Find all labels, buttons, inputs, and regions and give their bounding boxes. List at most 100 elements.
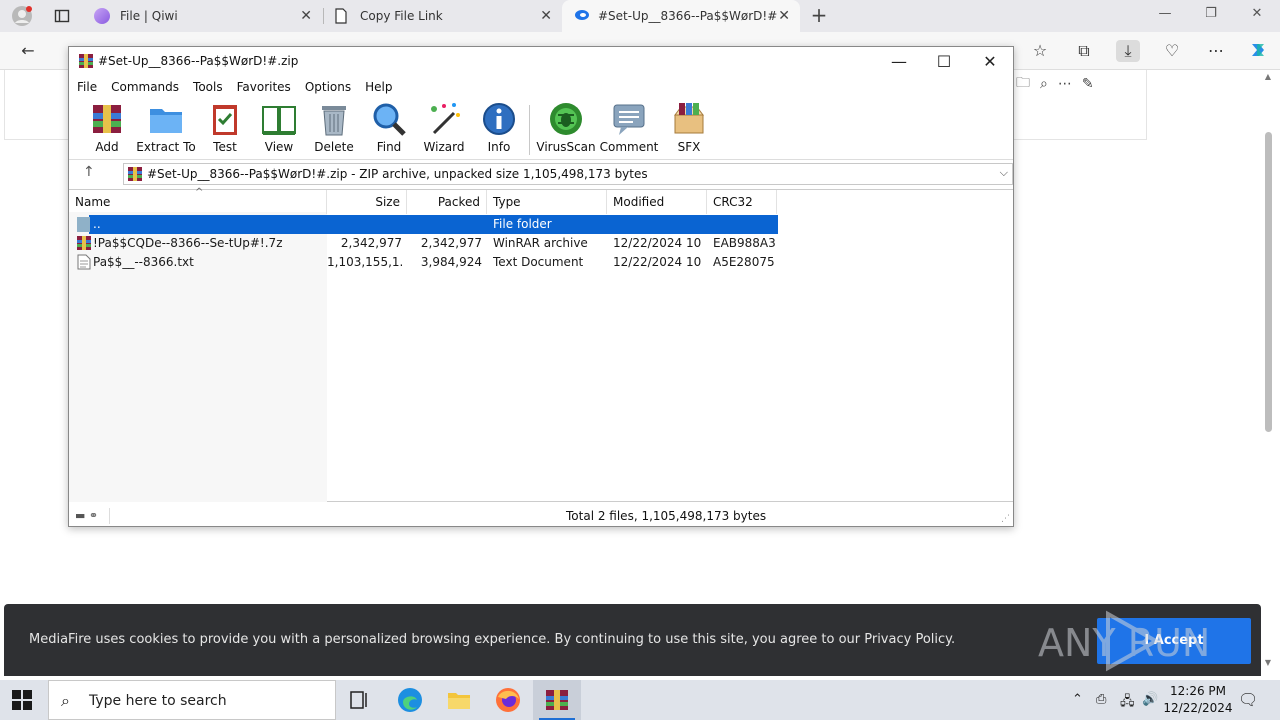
close-tab-icon[interactable]: ✕	[540, 8, 552, 24]
network-icon[interactable]: 🖧	[1120, 692, 1135, 714]
tab-actions-icon[interactable]	[48, 4, 76, 28]
magnifier-icon	[373, 103, 406, 136]
view-button[interactable]: View	[249, 101, 309, 157]
profile-avatar[interactable]	[8, 4, 36, 28]
info-icon	[483, 103, 515, 135]
favorites-star-icon[interactable]: ☆	[1028, 40, 1052, 62]
menu-help[interactable]: Help	[365, 77, 392, 97]
column-header-packed[interactable]: Packed	[407, 190, 487, 214]
scroll-thumb[interactable]	[1265, 132, 1272, 432]
menu-options[interactable]: Options	[305, 77, 351, 97]
menu-favorites[interactable]: Favorites	[237, 77, 291, 97]
winrar-title-bar[interactable]: #Set-Up__8366--Pa$$WørD!#.zip — ☐ ✕	[69, 47, 1013, 77]
winrar-taskbar-icon[interactable]	[533, 680, 581, 720]
tab-label: Copy File Link	[360, 9, 443, 23]
browser-restore-button[interactable]: ❐	[1200, 6, 1222, 26]
notification-icon[interactable]: 🗨	[1238, 690, 1258, 709]
table-row[interactable]: Pa$$__--8366.txt 1,103,155,1... 3,984,92…	[69, 253, 1013, 272]
tab-qiwi[interactable]: File | Qiwi ✕	[84, 0, 322, 32]
test-button[interactable]: Test	[195, 101, 255, 157]
pin-icon[interactable]: ✎	[1082, 76, 1094, 92]
rar-archive-icon	[77, 236, 91, 250]
browser-essentials-icon[interactable]: ♡	[1160, 40, 1184, 62]
more-menu-icon[interactable]: ⋯	[1204, 40, 1228, 62]
back-arrow-icon[interactable]: ←	[16, 40, 40, 62]
column-header-name[interactable]: Name	[69, 190, 327, 214]
search-icon[interactable]: ⌕	[1040, 76, 1048, 92]
resize-grip-icon[interactable]: ⋰	[1001, 514, 1011, 524]
cell-size: 2,342,977	[340, 236, 402, 250]
column-header-type[interactable]: Type	[487, 190, 607, 214]
cell-modified: 12/22/2024 10:...	[613, 255, 701, 269]
extract-to-button[interactable]: Extract To	[136, 101, 196, 157]
scroll-down-icon[interactable]: ▼	[1262, 658, 1274, 667]
clock-time: 12:26 PM	[1170, 684, 1226, 698]
firefox-icon[interactable]	[484, 680, 532, 720]
task-view-icon[interactable]	[336, 680, 384, 720]
taskbar-clock[interactable]: 12:26 PM 12/22/2024	[1160, 683, 1236, 717]
menu-tools[interactable]: Tools	[193, 77, 223, 97]
taskbar-search-box[interactable]: ⌕ Type here to search	[48, 680, 336, 720]
find-button[interactable]: Find	[359, 101, 419, 157]
comment-button[interactable]: Comment	[599, 101, 659, 157]
cell-modified: 12/22/2024 10:...	[613, 236, 701, 250]
clock-date: 12/22/2024	[1163, 701, 1233, 715]
browser-minimize-button[interactable]: —	[1154, 6, 1176, 26]
table-row[interactable]: .. File folder	[69, 215, 1013, 234]
info-button[interactable]: Info	[469, 101, 529, 157]
menu-commands[interactable]: Commands	[111, 77, 179, 97]
sfx-button[interactable]: SFX	[659, 101, 719, 157]
file-explorer-icon[interactable]	[435, 680, 483, 720]
drive-icon[interactable]: ▬ ⚭	[75, 509, 98, 522]
open-folder-icon[interactable]: 🗀	[1016, 72, 1030, 96]
archive-path-field[interactable]: #Set-Up__8366--Pa$$WørD!#.zip - ZIP arch…	[123, 163, 1013, 185]
winrar-minimize-button[interactable]: —	[884, 51, 914, 73]
winrar-app-icon	[79, 54, 93, 68]
collections-icon[interactable]: ⧉	[1072, 40, 1096, 62]
add-archive-icon	[93, 105, 121, 133]
delete-button[interactable]: Delete	[304, 101, 364, 157]
table-row[interactable]: !Pa$$CQDe--8366--Se-tUp#!.7z 2,342,977 2…	[69, 234, 1013, 253]
winrar-maximize-button[interactable]: ☐	[929, 51, 959, 73]
page-scrollbar[interactable]: ▲ ▼	[1262, 72, 1274, 672]
show-hidden-icons-icon[interactable]: ⌃	[1072, 692, 1083, 707]
text-document-icon	[77, 254, 91, 270]
search-placeholder: Type here to search	[89, 693, 227, 709]
anyrun-watermark: ANY RUN	[1038, 610, 1210, 672]
close-tab-icon[interactable]: ✕	[778, 8, 790, 24]
tab-label: #Set-Up__8366--Pa$$WørD!#	[598, 9, 778, 23]
downloads-icon[interactable]: ⤓	[1116, 40, 1140, 62]
cell-crc32: EAB988A3	[713, 236, 776, 250]
edge-browser-icon[interactable]	[386, 680, 434, 720]
winrar-window: #Set-Up__8366--Pa$$WørD!#.zip — ☐ ✕ File…	[68, 46, 1014, 527]
menu-file[interactable]: File	[77, 77, 97, 97]
winrar-close-button[interactable]: ✕	[975, 51, 1005, 73]
add-button[interactable]: Add	[77, 101, 137, 157]
up-folder-icon[interactable]: ↑	[83, 164, 95, 180]
tab-active-archive[interactable]: #Set-Up__8366--Pa$$WørD!# ✕	[562, 0, 800, 32]
device-icon[interactable]: ⎙	[1096, 692, 1106, 707]
winrar-menu-bar: File Commands Tools Favorites Options He…	[69, 77, 1013, 97]
downloads-panel-actions: 🗀 ⌕ ⋯ ✎	[1012, 72, 1142, 96]
cell-type: WinRAR archive	[493, 236, 588, 250]
archive-icon	[128, 167, 142, 181]
chevron-down-icon[interactable]: ⌵	[1000, 166, 1008, 180]
cell-name: Pa$$__--8366.txt	[93, 255, 194, 269]
scroll-up-icon[interactable]: ▲	[1262, 72, 1274, 81]
virusscan-button[interactable]: VirusScan	[536, 101, 596, 157]
copilot-icon[interactable]	[1246, 40, 1270, 62]
close-tab-icon[interactable]: ✕	[300, 8, 312, 24]
tab-label: File | Qiwi	[120, 9, 178, 23]
winrar-status-bar: ▬ ⚭ Total 2 files, 1,105,498,173 bytes ⋰	[69, 506, 1013, 526]
more-options-icon[interactable]: ⋯	[1058, 76, 1072, 92]
column-header-crc32[interactable]: CRC32	[707, 190, 777, 214]
volume-icon[interactable]: 🔊	[1142, 692, 1158, 707]
tab-copy-file-link[interactable]: Copy File Link ✕	[324, 0, 562, 32]
new-tab-button[interactable]: +	[808, 4, 830, 28]
column-header-modified[interactable]: Modified	[607, 190, 707, 214]
browser-close-button[interactable]: ✕	[1246, 6, 1268, 26]
windows-start-icon[interactable]	[12, 690, 32, 710]
wizard-button[interactable]: Wizard	[414, 101, 474, 157]
column-header-size[interactable]: Size	[327, 190, 407, 214]
comment-icon	[613, 104, 645, 135]
